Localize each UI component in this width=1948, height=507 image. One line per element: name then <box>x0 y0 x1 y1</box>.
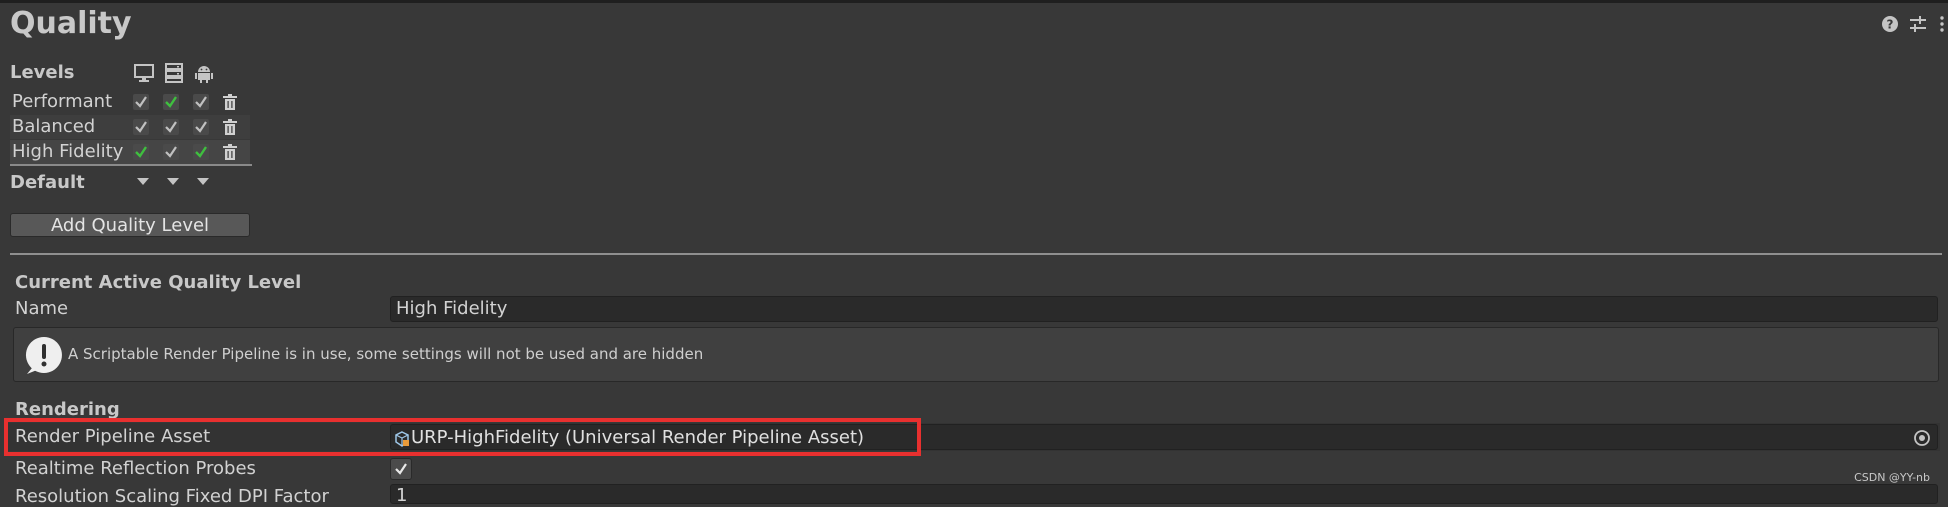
checkbox-android[interactable] <box>193 94 209 110</box>
level-name: Performant <box>12 91 113 112</box>
trash-icon[interactable] <box>221 118 239 136</box>
checkbox-server[interactable] <box>163 119 179 135</box>
section-divider <box>10 253 1942 255</box>
watermark: CSDN @YY-nb <box>1854 471 1930 484</box>
android-icon <box>195 66 213 83</box>
dpi-factor-field[interactable]: 1 <box>390 484 1938 504</box>
page-title: Quality <box>10 6 132 41</box>
desktop-icon <box>134 64 154 82</box>
levels-divider <box>10 164 252 166</box>
help-text: A Scriptable Render Pipeline is in use, … <box>68 345 704 363</box>
level-name: Balanced <box>12 116 96 137</box>
name-label: Name <box>15 298 69 319</box>
level-name: High Fidelity <box>12 141 124 162</box>
name-field[interactable]: High Fidelity <box>390 296 1938 322</box>
add-quality-level-button[interactable]: Add Quality Level <box>10 213 250 237</box>
checkbox-android[interactable] <box>193 144 209 160</box>
level-row-high-fidelity[interactable]: High Fidelity <box>10 140 250 164</box>
current-level-title: Current Active Quality Level <box>15 272 302 293</box>
checkbox-server[interactable] <box>163 144 179 160</box>
reflection-probes-label: Realtime Reflection Probes <box>15 458 256 479</box>
sliders-icon[interactable] <box>1908 14 1928 34</box>
object-picker-icon[interactable] <box>1912 428 1932 448</box>
default-desktop-dropdown[interactable] <box>137 178 149 185</box>
help-box: A Scriptable Render Pipeline is in use, … <box>13 327 1939 382</box>
highlight-box <box>4 418 921 456</box>
default-android-dropdown[interactable] <box>197 178 209 185</box>
reflection-probes-toggle[interactable] <box>390 458 412 480</box>
server-icon <box>165 63 183 83</box>
checkbox-desktop[interactable] <box>133 144 149 160</box>
help-icon[interactable]: ? <box>1880 14 1900 34</box>
trash-icon[interactable] <box>221 143 239 161</box>
checkbox-desktop[interactable] <box>133 94 149 110</box>
level-row-balanced[interactable]: Balanced <box>10 115 250 139</box>
default-server-dropdown[interactable] <box>167 178 179 185</box>
level-row-performant[interactable]: Performant <box>10 90 250 114</box>
more-icon[interactable] <box>1936 14 1948 34</box>
default-label: Default <box>10 172 85 193</box>
svg-text:?: ? <box>1887 18 1894 32</box>
trash-icon[interactable] <box>221 93 239 111</box>
rendering-title: Rendering <box>15 399 120 420</box>
warning-icon <box>25 337 62 374</box>
checkbox-server[interactable] <box>163 94 179 110</box>
checkbox-desktop[interactable] <box>133 119 149 135</box>
top-border <box>0 0 1948 3</box>
levels-label: Levels <box>10 62 75 83</box>
dpi-factor-label: Resolution Scaling Fixed DPI Factor <box>15 486 329 507</box>
checkbox-android[interactable] <box>193 119 209 135</box>
